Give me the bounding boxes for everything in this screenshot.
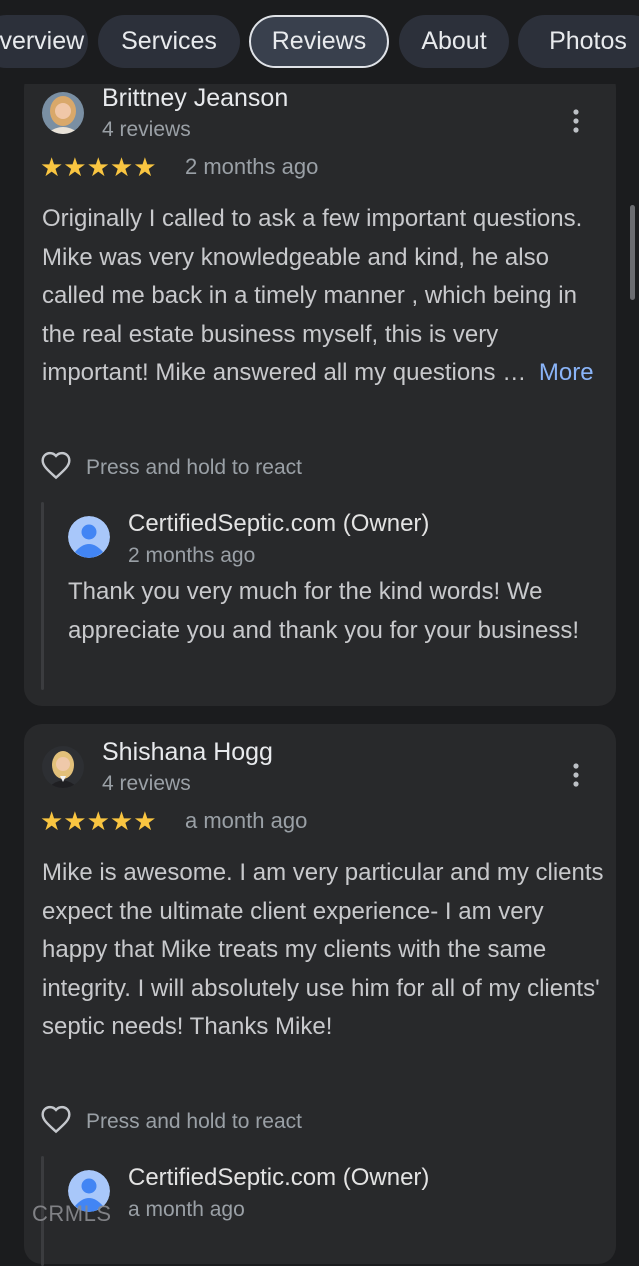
tab-reviews-label: Reviews (271, 27, 367, 55)
reviewer-avatar[interactable] (42, 92, 84, 134)
star-rating: ★★★★★ (40, 152, 157, 182)
more-vert-icon[interactable] (569, 762, 583, 795)
reviewer-review-count: 4 reviews (102, 118, 191, 141)
review-card: Shishana Hogg 4 reviews ★★★★★ a month ag… (24, 724, 616, 1266)
tab-about[interactable]: About (399, 15, 509, 68)
more-link[interactable]: More (539, 359, 594, 386)
react-label: Press and hold to react (86, 1109, 302, 1133)
react-button[interactable]: Press and hold to react (40, 450, 302, 485)
owner-name: CertifiedSeptic.com (Owner) (128, 1164, 430, 1191)
tab-services[interactable]: Services (98, 15, 240, 68)
tab-about-label: About (421, 27, 487, 55)
tab-photos[interactable]: Photos (518, 15, 639, 68)
tab-services-label: Services (121, 27, 217, 55)
reviewer-name[interactable]: Shishana Hogg (102, 738, 273, 767)
person-avatar-icon (68, 516, 110, 558)
heart-outline-icon (40, 450, 72, 485)
tab-reviews[interactable]: Reviews (249, 15, 389, 68)
owner-name: CertifiedSeptic.com (Owner) (128, 510, 430, 537)
reviewer-name[interactable]: Brittney Jeanson (102, 84, 288, 113)
reply-date: a month ago (128, 1198, 245, 1221)
star-rating: ★★★★★ (40, 806, 157, 836)
react-label: Press and hold to react (86, 455, 302, 479)
reply-date: 2 months ago (128, 544, 256, 567)
react-button[interactable]: Press and hold to react (40, 1104, 302, 1139)
tab-bar: Overview Services Reviews About Photos (0, 0, 639, 84)
review-text: Originally I called to ask a few importa… (42, 200, 607, 393)
review-date: 2 months ago (185, 154, 319, 179)
reply-divider (41, 502, 44, 690)
review-date: a month ago (185, 808, 308, 833)
reply-text: Thank you very much for the kind words! … (68, 578, 579, 644)
tab-overview-label: Overview (0, 27, 85, 55)
scrollbar[interactable] (630, 205, 635, 300)
review-card: Brittney Jeanson 4 reviews ★★★★★ 2 month… (24, 70, 616, 706)
more-vert-icon[interactable] (569, 108, 583, 141)
reviewer-avatar[interactable] (42, 746, 84, 788)
review-text-content: Originally I called to ask a few importa… (42, 205, 583, 387)
reviewer-review-count: 4 reviews (102, 772, 191, 795)
heart-outline-icon (40, 1104, 72, 1139)
review-text: Mike is awesome. I am very particular an… (42, 859, 604, 1041)
tab-overview[interactable]: Overview (0, 15, 88, 68)
tab-photos-label: Photos (549, 27, 627, 55)
watermark: CRMLS (32, 1201, 112, 1226)
